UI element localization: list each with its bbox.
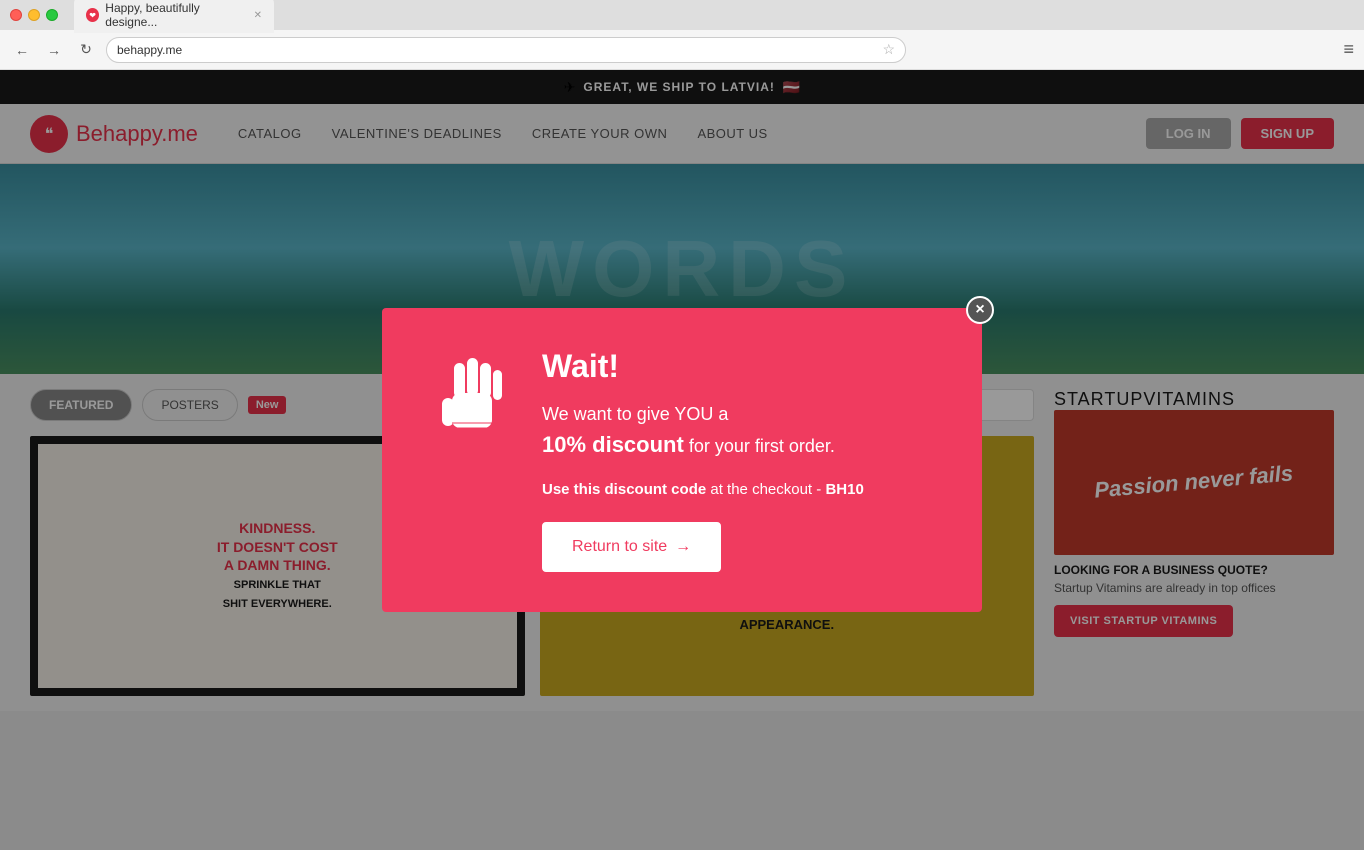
- browser-chrome: ❤ Happy, beautifully designe... ✕ ← → ↻ …: [0, 0, 1364, 70]
- modal-title: Wait!: [542, 348, 932, 385]
- browser-menu-button[interactable]: ≡: [1343, 39, 1354, 60]
- modal-code-section: Use this discount code at the checkout -…: [542, 481, 932, 498]
- close-window-button[interactable]: [10, 9, 22, 21]
- return-to-site-button[interactable]: Return to site →: [542, 522, 721, 572]
- tab-close-button[interactable]: ✕: [254, 10, 262, 21]
- modal-close-button[interactable]: ×: [966, 296, 994, 324]
- tab-title: Happy, beautifully designe...: [105, 1, 247, 29]
- address-text: behappy.me: [117, 43, 882, 57]
- browser-tab[interactable]: ❤ Happy, beautifully designe... ✕: [74, 0, 274, 33]
- modal-overlay[interactable]: × Wait!: [0, 70, 1364, 850]
- back-button[interactable]: ←: [10, 38, 34, 62]
- address-bar[interactable]: behappy.me ☆: [106, 37, 906, 63]
- minimize-window-button[interactable]: [28, 9, 40, 21]
- forward-button[interactable]: →: [42, 38, 66, 62]
- hand-stop-icon: [432, 348, 512, 443]
- bookmark-icon[interactable]: ☆: [882, 41, 895, 58]
- tab-area: ❤ Happy, beautifully designe... ✕: [74, 0, 274, 33]
- return-to-site-label: Return to site: [572, 538, 667, 556]
- modal-discount-text: 10% discount: [542, 432, 684, 457]
- modal-body: We want to give YOU a 10% discount for y…: [542, 401, 932, 461]
- tab-favicon: ❤: [86, 8, 99, 22]
- modal-body-line1: We want to give YOU a: [542, 404, 728, 424]
- browser-titlebar: ❤ Happy, beautifully designe... ✕: [0, 0, 1364, 30]
- return-arrow-icon: →: [675, 538, 691, 556]
- discount-modal: × Wait!: [382, 308, 982, 612]
- modal-body-line2: for your first order.: [684, 436, 835, 456]
- browser-toolbar: ← → ↻ behappy.me ☆ ≡: [0, 30, 1364, 70]
- maximize-window-button[interactable]: [46, 9, 58, 21]
- modal-content: Wait! We want to give YOU a 10% discount…: [542, 348, 932, 572]
- refresh-button[interactable]: ↻: [74, 38, 98, 62]
